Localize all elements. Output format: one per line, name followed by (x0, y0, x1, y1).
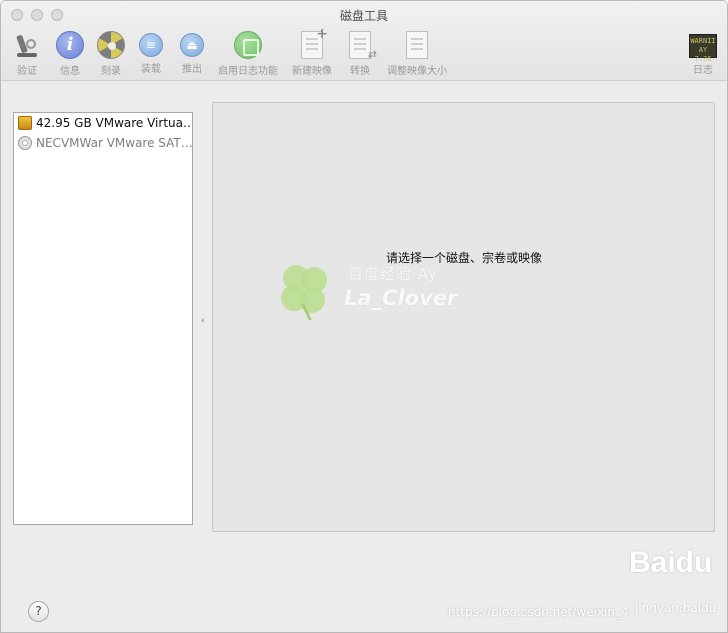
hard-disk-icon (18, 116, 32, 130)
sidebar-item-label: 42.95 GB VMware Virtua… (36, 116, 192, 130)
info-button[interactable]: i 信息 (56, 31, 84, 77)
cd-drive-icon (18, 136, 32, 150)
log-icon: WARNII AY 7:36 (689, 34, 717, 63)
resize-image-button[interactable]: 调整映像大小 (387, 31, 447, 77)
burn-button[interactable]: 刻录 (97, 31, 125, 77)
convert-icon: ⇄ (349, 31, 377, 61)
convert-button[interactable]: ⇄ 转换 (349, 31, 377, 77)
new-image-label: 新建映像 (292, 66, 332, 77)
enable-journaling-button[interactable]: 启用日志功能 (218, 31, 278, 77)
sidebar-item-cd-drive[interactable]: NECVMWar VMware SAT… (14, 133, 192, 153)
watermark-text: 百度经验·Ay (348, 265, 438, 283)
info-icon: i (56, 31, 84, 59)
convert-label: 转换 (350, 66, 370, 77)
clover-watermark-logo (277, 263, 337, 323)
info-label: 信息 (60, 66, 80, 77)
burn-icon (97, 31, 125, 59)
help-button[interactable]: ? (28, 601, 49, 622)
verify-label: 验证 (17, 66, 37, 77)
mount-label: 装载 (141, 64, 161, 75)
eject-icon: ⏏ (180, 33, 204, 57)
burn-label: 刻录 (101, 66, 121, 77)
toolbar: 磁盘工具 验证 i 信息 刻录 ≡ 装载 ⏏ 推出 启用日志功能 + 新建映像 (1, 1, 727, 81)
split-view-handle[interactable]: ‹ (201, 316, 205, 326)
csdn-watermark: https://blog.csdn.net/weixin_4 (448, 605, 629, 619)
verify-icon (13, 31, 41, 59)
resize-image-label: 调整映像大小 (387, 66, 447, 77)
baidu-watermark-sub: jingyan.baidu (635, 601, 717, 615)
new-image-icon: + (301, 26, 328, 59)
disk-utility-window: 磁盘工具 验证 i 信息 刻录 ≡ 装载 ⏏ 推出 启用日志功能 + 新建映像 (0, 0, 728, 633)
sidebar-item-label: NECVMWar VMware SAT… (36, 136, 192, 150)
window-title: 磁盘工具 (339, 9, 388, 23)
mount-icon: ≡ (139, 33, 163, 57)
enable-journaling-label: 启用日志功能 (218, 66, 278, 77)
eject-button[interactable]: ⏏ 推出 (180, 31, 204, 75)
device-list[interactable]: 42.95 GB VMware Virtua… NECVMWar VMware … (13, 112, 193, 525)
enable-journaling-icon (234, 31, 262, 59)
verify-button[interactable]: 验证 (13, 31, 41, 77)
log-button[interactable]: WARNII AY 7:36 日志 (689, 31, 717, 76)
new-image-button[interactable]: + 新建映像 (292, 26, 332, 77)
sidebar-item-hard-disk[interactable]: 42.95 GB VMware Virtua… (14, 113, 192, 133)
watermark-author: La_Clover (344, 286, 458, 310)
mount-button[interactable]: ≡ 装载 (139, 31, 163, 75)
baidu-watermark-logo: Baidu (629, 546, 713, 579)
resize-image-icon (406, 31, 428, 59)
eject-label: 推出 (182, 64, 202, 75)
